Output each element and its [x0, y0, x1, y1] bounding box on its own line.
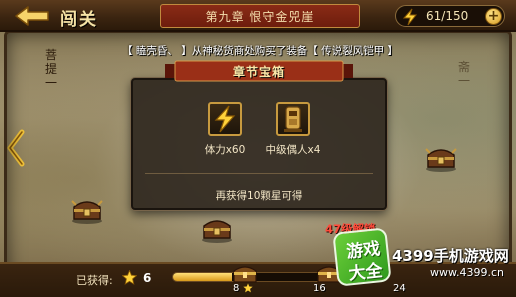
broadcast-notice: 【 瞌壳昏、 】从神秘货商处购买了装备【 传说裂风铠甲 】	[122, 45, 398, 57]
back-arrow-icon	[15, 6, 49, 26]
reward-item: 体力x60	[190, 102, 260, 157]
stars-obtained-count: 6	[143, 271, 152, 285]
milestone-label: 8	[233, 283, 240, 294]
milestone-chest-icon[interactable]	[232, 262, 258, 284]
star-progress-fill	[173, 273, 233, 281]
milestone-label: 16	[313, 283, 326, 294]
lightning-icon	[402, 8, 418, 26]
add-energy-button[interactable]: +	[485, 8, 502, 25]
page-title: 闯关	[60, 10, 98, 30]
milestone-label: 24	[393, 283, 406, 294]
lightning-icon	[214, 105, 236, 133]
dialog-title: 章节宝箱	[232, 65, 285, 79]
back-button[interactable]	[10, 4, 54, 28]
reward-icon-frame	[276, 102, 310, 136]
watermark-logo: 游戏 大全	[332, 227, 392, 287]
reward-label: 中级偶人x4	[265, 144, 321, 156]
star-icon	[243, 283, 253, 293]
energy-counter: 61/150 +	[395, 5, 505, 27]
stars-obtained-label: 已获得:	[76, 274, 113, 287]
star-icon	[122, 270, 137, 285]
energy-value: 61/150	[426, 9, 469, 23]
puppet-icon	[284, 106, 302, 132]
chapter-banner: 第九章 恨守金兕崖	[160, 4, 360, 28]
dialog-divider	[145, 173, 373, 174]
watermark-title: 4399手机游戏网	[392, 247, 509, 265]
dialog-title-ribbon: 章节宝箱	[165, 60, 353, 82]
reward-icon-frame	[208, 102, 242, 136]
watermark-url: www.4399.cn	[430, 266, 504, 279]
reward-item: 中级偶人x4	[258, 102, 328, 157]
dialog-hint: 再获得10颗星可得	[215, 190, 303, 202]
reward-label: 体力x60	[204, 144, 246, 156]
chapter-title: 第九章 恨守金兕崖	[205, 9, 315, 24]
